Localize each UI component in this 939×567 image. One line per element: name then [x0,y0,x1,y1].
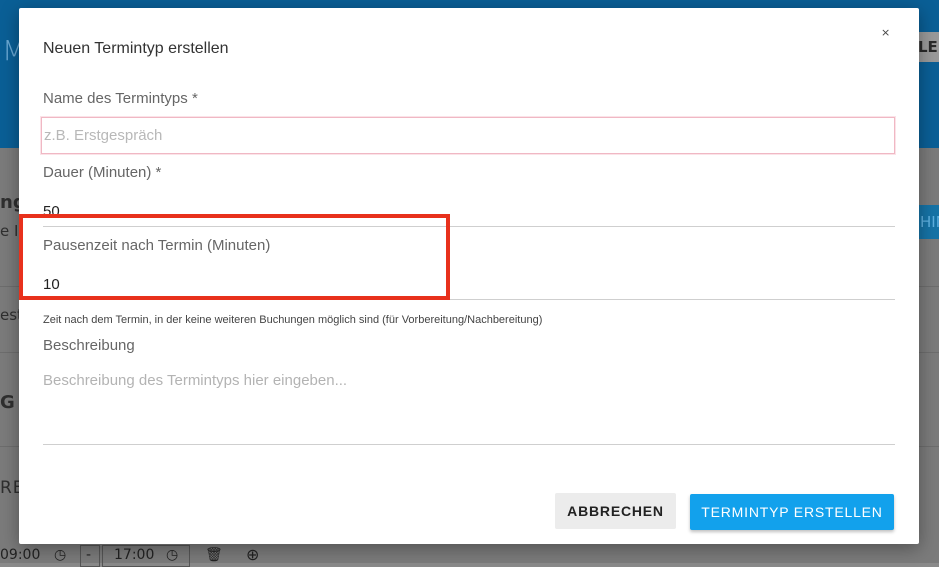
pause-helper-text: Zeit nach dem Termin, in der keine weite… [43,314,543,326]
name-field-label: Name des Termintyps * [43,90,198,107]
section-heading-fragment: G [0,392,15,413]
clock-icon[interactable]: ◷ [54,547,66,563]
create-appointment-type-button[interactable]: TERMINTYP ERSTELLEN [690,494,894,530]
end-time[interactable]: 17:00 [114,547,154,563]
trash-icon[interactable]: 🗑 [205,547,223,563]
clock-icon[interactable]: ◷ [166,547,178,563]
pause-field-label: Pausenzeit nach Termin (Minuten) [43,237,271,254]
name-input[interactable] [41,117,895,154]
description-field-label: Beschreibung [43,337,135,354]
add-icon[interactable]: ⊕ [246,545,259,564]
duration-input[interactable] [43,197,895,227]
time-separator: - [86,547,92,563]
description-textarea[interactable] [43,370,895,445]
duration-field-label: Dauer (Minuten) * [43,164,162,181]
availability-row: 09:00 ◷ - 17:00 ◷ 🗑 ⊕ [0,545,939,567]
cancel-button[interactable]: ABBRECHEN [555,493,676,529]
dialog-title: Neuen Termintyp erstellen [43,40,229,57]
close-icon[interactable]: × [881,26,890,39]
create-appointment-type-dialog: Neuen Termintyp erstellen × Name des Ter… [19,8,919,544]
start-time[interactable]: 09:00 [0,547,40,563]
pause-input[interactable] [43,270,895,300]
